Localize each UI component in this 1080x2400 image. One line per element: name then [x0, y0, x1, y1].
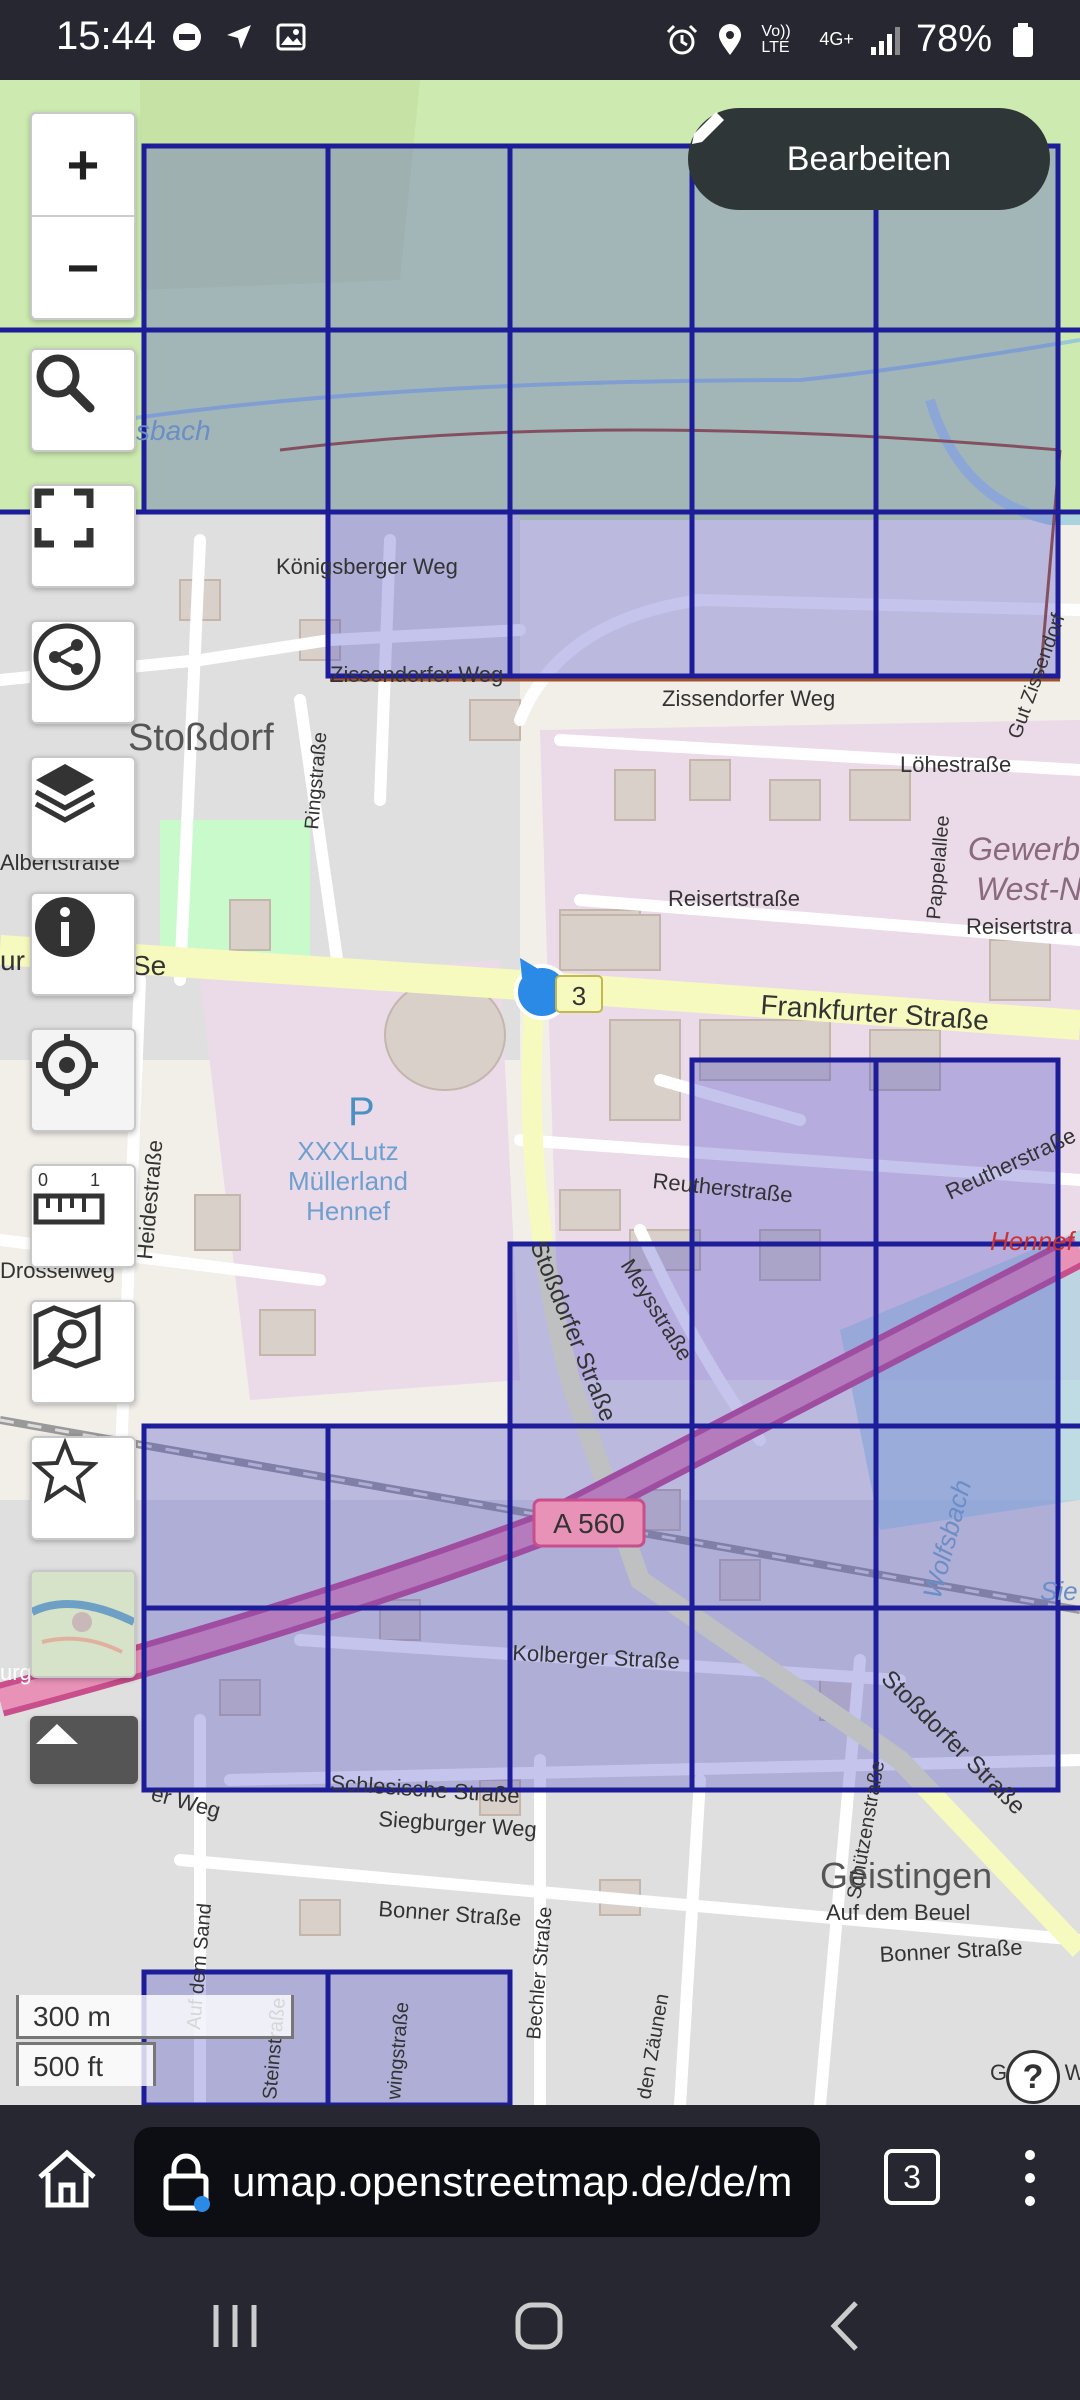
street-label-loehestrasse: Löhestraße	[900, 752, 1011, 777]
scale-bar-metric: 300 m	[16, 1995, 294, 2039]
share-button[interactable]	[30, 620, 136, 724]
network-type: 4G+	[819, 29, 854, 49]
signal-icon	[868, 23, 902, 57]
location-pin-icon	[713, 23, 747, 57]
star-icon	[32, 1438, 98, 1504]
area-label-gewerbe: Gewerb	[968, 831, 1080, 867]
fullscreen-icon	[34, 488, 94, 548]
search-button[interactable]	[30, 348, 136, 452]
zoom-control: + −	[30, 112, 136, 320]
back-icon	[830, 2301, 858, 2351]
info-icon	[35, 897, 95, 957]
url-bar[interactable]: umap.openstreetmap.de/de/m	[134, 2127, 820, 2237]
layers-button[interactable]	[30, 756, 136, 860]
status-bar: 15:44 Vo)) LTE 4G+ 78%	[0, 0, 1080, 80]
poi-label-xxxlutz: XXXLutz	[297, 1136, 398, 1166]
locate-button[interactable]	[30, 1028, 136, 1132]
alarm-icon	[665, 23, 699, 57]
river-label-wolfsbach: sbach	[136, 415, 211, 446]
street-label-zissendorfer-2: Zissendorfer Weg	[662, 686, 835, 711]
tabs-button[interactable]: 3	[884, 2149, 940, 2205]
collapse-toolbar-button[interactable]	[30, 1716, 138, 1784]
status-left-icons	[170, 20, 308, 54]
recents-button[interactable]	[208, 2299, 262, 2353]
help-button[interactable]: ?	[1006, 2050, 1060, 2104]
street-label-auf-dem-beuel: Auf dem Beuel	[826, 1900, 970, 1925]
map-search-icon	[33, 1304, 101, 1370]
status-right-icons: Vo)) LTE 4G+ 78%	[665, 18, 1040, 61]
favorite-button[interactable]	[30, 1436, 136, 1540]
battery-percentage: 78%	[915, 18, 992, 60]
locality-label-stossdorf: Stoßdorf	[128, 717, 274, 759]
status-time: 15:44	[56, 14, 157, 58]
system-navigation-bar	[0, 2255, 1080, 2400]
minimap-thumbnail[interactable]	[30, 1570, 136, 1678]
home-icon	[38, 2149, 96, 2208]
browser-menu-button[interactable]	[1010, 2145, 1050, 2211]
minimap-icon	[32, 1572, 134, 1676]
pencil-icon	[692, 112, 724, 144]
home-button[interactable]	[34, 2147, 100, 2213]
river-label-hennef: Hennef	[990, 1226, 1077, 1256]
chevron-up-icon	[36, 1724, 78, 1744]
svg-text:0: 0	[38, 1170, 48, 1190]
scale-imperial-label: 500 ft	[33, 2051, 104, 2082]
map-canvas[interactable]: 3 A 560 Stoßdorf Geistingen Gewerb West-…	[0, 80, 1080, 2105]
street-label-frankfurter-left-2: Se	[132, 950, 166, 981]
lock-icon	[162, 2152, 210, 2212]
help-icon: ?	[1022, 2057, 1044, 2096]
poi-label-muellerland: Müllerland	[288, 1166, 408, 1196]
svg-text:1: 1	[90, 1170, 100, 1190]
street-label-zissendorfer-1: Zissendorfer Weg	[330, 662, 503, 687]
gallery-icon	[274, 20, 308, 54]
edit-button[interactable]: Bearbeiten	[688, 108, 1050, 210]
do-not-disturb-icon	[170, 20, 204, 54]
url-text: umap.openstreetmap.de/de/m	[232, 2158, 793, 2205]
map-view[interactable]: 3 A 560 Stoßdorf Geistingen Gewerb West-…	[0, 80, 1080, 2105]
home-nav-button[interactable]	[512, 2299, 566, 2353]
scale-bar-imperial: 500 ft	[16, 2042, 156, 2086]
share-icon	[33, 623, 101, 691]
home-nav-icon	[515, 2302, 563, 2350]
back-button[interactable]	[818, 2299, 872, 2353]
search-icon	[36, 354, 95, 413]
poi-label-hennef: Hennef	[306, 1196, 391, 1226]
street-label-frankfurter-left: ur	[0, 945, 25, 976]
motorway-shield-label: A 560	[553, 1508, 625, 1539]
more-vertical-icon	[1025, 2150, 1035, 2206]
battery-icon	[1006, 22, 1040, 57]
edit-button-label: Bearbeiten	[786, 139, 952, 178]
street-label-reisertstrasse-1: Reisertstraße	[668, 886, 800, 911]
street-label-reisertstrasse-2: Reisertstra	[966, 914, 1073, 939]
scale-metric-label: 300 m	[33, 2001, 111, 2032]
ruler-icon: 01	[33, 1170, 105, 1225]
zoom-out-button[interactable]: −	[32, 217, 134, 318]
layers-icon	[34, 764, 96, 823]
parking-label: P	[348, 1090, 375, 1134]
info-button[interactable]	[30, 892, 136, 996]
river-label-sieg: Sie	[1040, 1576, 1078, 1606]
tab-count: 3	[903, 2158, 921, 2195]
volte-label: Vo)) LTE	[761, 22, 791, 56]
zoom-in-button[interactable]: +	[32, 114, 134, 217]
street-label-koenigsberger: Königsberger Weg	[276, 554, 458, 579]
map-search-button[interactable]	[30, 1300, 136, 1404]
fullscreen-button[interactable]	[30, 484, 136, 588]
crosshair-icon	[36, 1034, 98, 1096]
street-label-burg: urg	[0, 1660, 32, 1685]
navigation-arrow-icon	[222, 20, 256, 54]
area-label-west: West-N	[976, 871, 1080, 907]
recents-icon	[213, 2305, 257, 2347]
measure-button[interactable]: 01	[30, 1164, 136, 1268]
route-shield-label: 3	[572, 981, 586, 1011]
browser-toolbar: umap.openstreetmap.de/de/m 3	[0, 2105, 1080, 2255]
